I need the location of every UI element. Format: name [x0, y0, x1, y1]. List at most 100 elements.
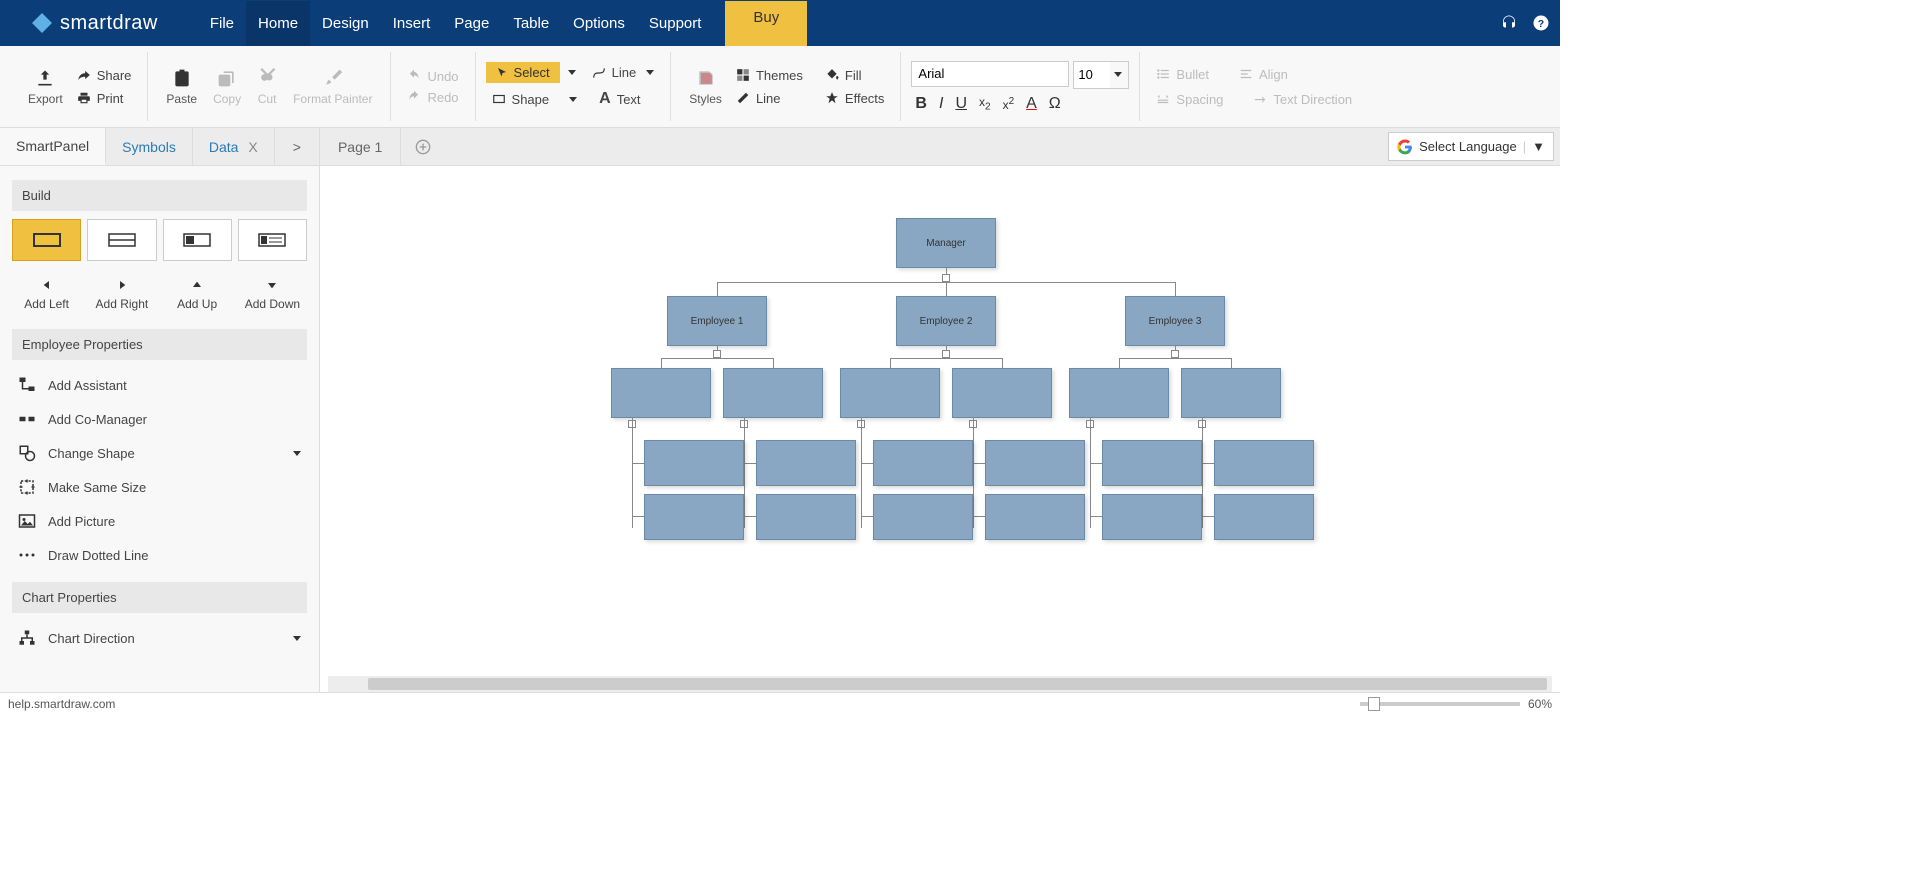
select-dropdown[interactable]	[568, 70, 576, 75]
node-blank[interactable]	[723, 368, 823, 418]
styles-button[interactable]: Styles	[681, 64, 730, 110]
node-employee-2[interactable]: Employee 2	[896, 296, 996, 346]
node-blank[interactable]	[873, 494, 973, 540]
make-same-size-button[interactable]: Make Same Size	[12, 470, 307, 504]
font-color-button[interactable]: A	[1026, 95, 1037, 113]
shape-box-button[interactable]	[12, 219, 81, 261]
node-employee-1[interactable]: Employee 1	[667, 296, 767, 346]
add-down-button[interactable]: Add Down	[238, 271, 307, 317]
italic-button[interactable]: I	[939, 95, 943, 113]
chart-direction-button[interactable]: Chart Direction	[12, 621, 307, 655]
add-assistant-button[interactable]: Add Assistant	[12, 368, 307, 402]
redo-icon	[407, 90, 421, 104]
node-blank[interactable]	[1181, 368, 1281, 418]
node-blank[interactable]	[985, 494, 1085, 540]
tab-symbols[interactable]: Symbols	[106, 128, 193, 165]
logo[interactable]: smartdraw	[30, 11, 158, 35]
node-blank[interactable]	[840, 368, 940, 418]
shape-button[interactable]: Shape	[486, 89, 584, 110]
horizontal-scrollbar[interactable]	[328, 676, 1552, 692]
bullet-button[interactable]: Bullet	[1150, 64, 1215, 85]
line-button[interactable]: Line	[586, 62, 661, 83]
add-right-button[interactable]: Add Right	[87, 271, 156, 317]
shape-photo2-button[interactable]	[238, 219, 307, 261]
undo-button[interactable]: Undo	[401, 66, 464, 87]
paste-button[interactable]: Paste	[158, 64, 205, 110]
language-select[interactable]: Select Language | ▼	[1388, 132, 1554, 161]
help-icon[interactable]: ?	[1532, 14, 1550, 32]
node-blank[interactable]	[1214, 440, 1314, 486]
zoom-slider[interactable]	[1360, 702, 1520, 706]
menu-design[interactable]: Design	[310, 1, 381, 46]
line-style-button[interactable]: Line	[730, 88, 809, 109]
node-blank[interactable]	[1102, 440, 1202, 486]
menu-page[interactable]: Page	[442, 1, 501, 46]
connector-dot[interactable]	[942, 274, 950, 282]
node-blank[interactable]	[756, 440, 856, 486]
effects-button[interactable]: Effects	[819, 88, 891, 109]
change-shape-button[interactable]: Change Shape	[12, 436, 307, 470]
fill-button[interactable]: Fill	[819, 65, 891, 86]
shape-photo1-button[interactable]	[163, 219, 232, 261]
text-button[interactable]: AText	[593, 87, 646, 111]
text-direction-button[interactable]: Text Direction	[1247, 89, 1358, 110]
subscript-button[interactable]: x2	[979, 95, 991, 112]
superscript-button[interactable]: x2	[1003, 96, 1015, 112]
copy-button[interactable]: Copy	[205, 64, 249, 110]
scrollbar-thumb[interactable]	[368, 678, 1547, 690]
font-input[interactable]	[911, 61, 1069, 87]
canvas[interactable]: Manager Employee 1 Employee 2 Employee 3	[320, 166, 1560, 692]
spacing-button[interactable]: Spacing	[1150, 89, 1229, 110]
format-painter-button[interactable]: Format Painter	[285, 64, 380, 110]
add-left-button[interactable]: Add Left	[12, 271, 81, 317]
menu-file[interactable]: File	[198, 1, 246, 46]
add-page-button[interactable]	[401, 128, 445, 165]
redo-button[interactable]: Redo	[401, 87, 464, 108]
direction-grid: Add Left Add Right Add Up Add Down	[12, 271, 307, 317]
node-blank[interactable]	[985, 440, 1085, 486]
node-blank[interactable]	[644, 494, 744, 540]
menu-support[interactable]: Support	[637, 1, 714, 46]
headset-icon[interactable]	[1500, 14, 1518, 32]
shape-split-button[interactable]	[87, 219, 156, 261]
zoom-thumb[interactable]	[1368, 697, 1380, 711]
tab-data[interactable]: DataX	[193, 128, 275, 165]
node-blank[interactable]	[1069, 368, 1169, 418]
share-button[interactable]: Share	[71, 65, 138, 86]
cut-button[interactable]: Cut	[249, 64, 285, 110]
connector-dot[interactable]	[1171, 350, 1179, 358]
size-dropdown[interactable]	[1114, 72, 1122, 77]
node-employee-3[interactable]: Employee 3	[1125, 296, 1225, 346]
close-icon[interactable]: X	[248, 139, 257, 155]
menu-home[interactable]: Home	[246, 1, 310, 46]
add-picture-button[interactable]: Add Picture	[12, 504, 307, 538]
add-comanager-button[interactable]: Add Co-Manager	[12, 402, 307, 436]
menu-table[interactable]: Table	[501, 1, 561, 46]
print-button[interactable]: Print	[71, 88, 138, 109]
node-blank[interactable]	[1214, 494, 1314, 540]
buy-button[interactable]: Buy	[725, 1, 807, 46]
select-button[interactable]: Select	[486, 62, 560, 83]
connector-dot[interactable]	[942, 350, 950, 358]
node-blank[interactable]	[1102, 494, 1202, 540]
node-blank[interactable]	[611, 368, 711, 418]
align-button[interactable]: Align	[1233, 64, 1294, 85]
node-blank[interactable]	[756, 494, 856, 540]
node-blank[interactable]	[873, 440, 973, 486]
menu-options[interactable]: Options	[561, 1, 637, 46]
page-tab[interactable]: Page 1	[320, 128, 401, 165]
connector-dot[interactable]	[713, 350, 721, 358]
export-button[interactable]: Export	[20, 64, 71, 110]
draw-dotted-button[interactable]: Draw Dotted Line	[12, 538, 307, 572]
themes-button[interactable]: Themes	[730, 65, 809, 86]
node-manager[interactable]: Manager	[896, 218, 996, 268]
add-up-button[interactable]: Add Up	[163, 271, 232, 317]
omega-button[interactable]: Ω	[1049, 95, 1061, 113]
node-blank[interactable]	[952, 368, 1052, 418]
node-blank[interactable]	[644, 440, 744, 486]
bold-button[interactable]: B	[915, 95, 927, 113]
font-size-input[interactable]	[1074, 62, 1110, 88]
underline-button[interactable]: U	[955, 95, 967, 113]
tab-smartpanel[interactable]: SmartPanel	[0, 128, 106, 165]
menu-insert[interactable]: Insert	[381, 1, 443, 46]
